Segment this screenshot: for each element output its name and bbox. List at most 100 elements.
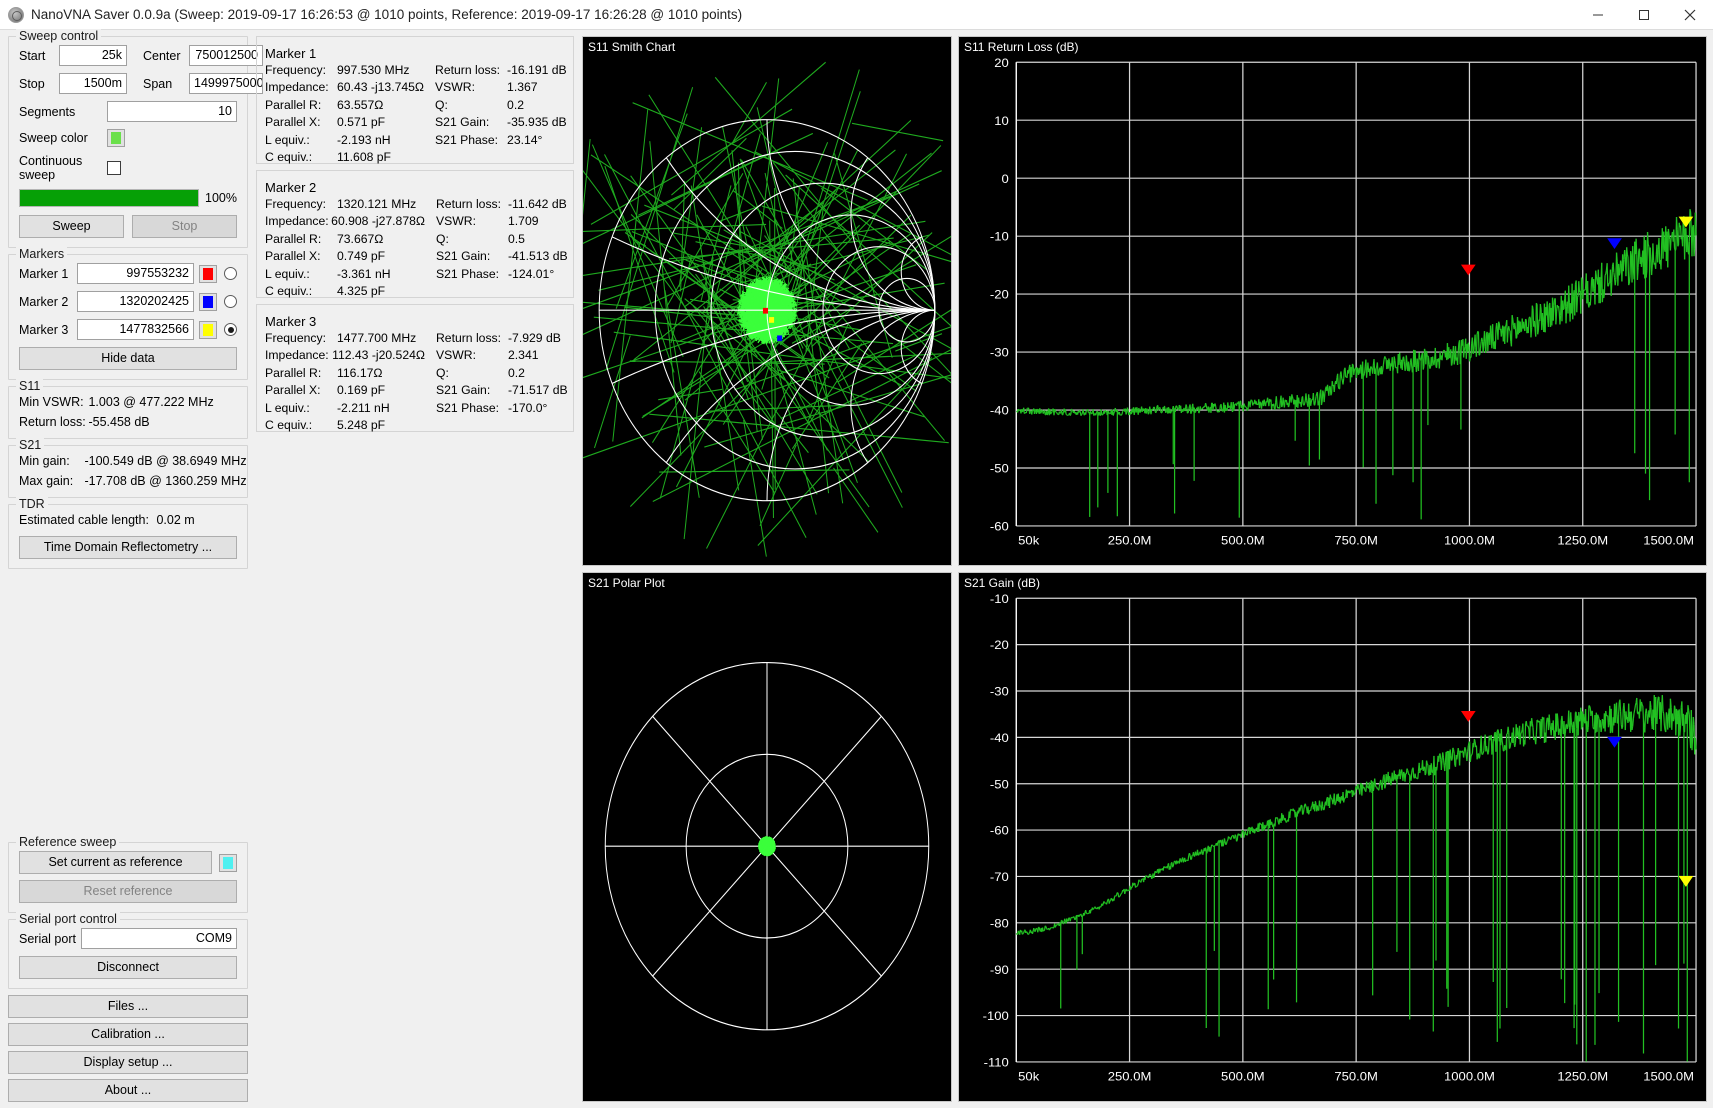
disconnect-button[interactable]: Disconnect (19, 956, 237, 979)
stop-input[interactable]: 1500m (59, 73, 127, 94)
hide-data-button[interactable]: Hide data (19, 347, 237, 370)
window-controls (1575, 0, 1713, 30)
m1-vswr-label: VSWR: (435, 80, 507, 94)
s21-gain-chart[interactable]: S21 Gain (dB) -10-20-30-40-50-60-70-80-9… (958, 572, 1707, 1102)
marker-1-radio[interactable] (224, 267, 237, 280)
marker-2-radio[interactable] (224, 295, 237, 308)
sweep-button[interactable]: Sweep (19, 215, 124, 238)
center-label: Center (143, 49, 189, 63)
svg-text:1500.0M: 1500.0M (1643, 534, 1694, 547)
m2-return-loss-value: -11.642 dB (508, 197, 567, 211)
reference-color-swatch[interactable] (219, 854, 237, 872)
svg-text:-20: -20 (990, 288, 1009, 301)
sweep-progress-label: 100% (205, 191, 237, 205)
m2-return-loss-label: Return loss: (436, 197, 508, 211)
marker-2-label: Marker 2 (19, 295, 77, 309)
m2-q-label: Q: (436, 232, 508, 246)
marker-1-label: Marker 1 (19, 267, 77, 281)
m2-c-equiv-value: 4.325 pF (337, 284, 385, 298)
m3-parallel-r-value: 116.17Ω (337, 366, 382, 380)
m1-vswr-value: 1.367 (507, 80, 538, 94)
continuous-sweep-checkbox[interactable] (107, 161, 121, 175)
marker-2-color-swatch[interactable] (199, 293, 217, 311)
m3-frequency-value: 1477.700 MHz (337, 331, 416, 345)
m2-vswr-value: 1.709 (508, 214, 539, 228)
svg-text:-20: -20 (990, 639, 1009, 652)
span-label: Span (143, 77, 189, 91)
svg-text:-40: -40 (990, 404, 1009, 417)
serial-port-group: Serial port control Serial port COM9 Dis… (8, 919, 248, 989)
s21-max-gain-label: Max gain: (19, 474, 81, 488)
charts-area: S11 Smith Chart S11 Return Loss (dB) 201… (582, 36, 1707, 1102)
marker-3-color-swatch[interactable] (199, 321, 217, 339)
s21-max-gain-row: Max gain: -17.708 dB @ 1360.259 MHz (19, 474, 237, 488)
files-button[interactable]: Files ... (8, 995, 248, 1018)
serial-port-input[interactable]: COM9 (81, 928, 237, 949)
m2-l-equiv-label: L equiv.: (265, 267, 337, 281)
smith-chart[interactable]: S11 Smith Chart (582, 36, 952, 566)
minimize-icon[interactable] (1575, 0, 1621, 30)
serial-port-title: Serial port control (16, 912, 120, 926)
s21-max-gain-value: -17.708 dB @ 1360.259 MHz (84, 474, 246, 488)
marker-2-right-column: Return loss:-11.642 dB VSWR:1.709 Q:0.5 … (427, 195, 568, 304)
s11-return-loss-chart[interactable]: S11 Return Loss (dB) 20100-10-20-30-40-5… (958, 36, 1707, 566)
m3-impedance-value: 112.43 -j20.524Ω (332, 348, 425, 362)
s21-min-gain-row: Min gain: -100.549 dB @ 38.6949 MHz (19, 454, 237, 468)
marker-3-radio[interactable] (224, 323, 237, 336)
m1-impedance-value: 60.43 -j13.745Ω (337, 80, 424, 94)
marker-3-right-column: Return loss:-7.929 dB VSWR:2.341 Q:0.2 S… (427, 329, 568, 438)
svg-text:-60: -60 (990, 824, 1009, 837)
m3-return-loss-label: Return loss: (436, 331, 508, 345)
s11-return-loss-row: Return loss: -55.458 dB (19, 415, 237, 429)
m3-l-equiv-label: L equiv.: (265, 401, 337, 415)
marker-3-label: Marker 3 (19, 323, 77, 337)
tdr-button[interactable]: Time Domain Reflectometry ... (19, 536, 237, 559)
display-setup-button[interactable]: Display setup ... (8, 1051, 248, 1074)
svg-text:-30: -30 (990, 346, 1009, 359)
about-button[interactable]: About ... (8, 1079, 248, 1102)
markers-group: Markers Marker 1 997553232 Marker 2 1320… (8, 254, 248, 380)
svg-text:1500.0M: 1500.0M (1643, 1070, 1694, 1083)
m2-s21-phase-value: -124.01° (508, 267, 554, 281)
m1-s21-gain-value: -35.935 dB (507, 115, 567, 129)
sweep-progress-bar (19, 189, 199, 207)
m1-parallel-x-value: 0.571 pF (337, 115, 385, 129)
markers-title: Markers (16, 247, 67, 261)
s11-return-loss-label: Return loss: (19, 415, 85, 429)
m1-s21-phase-value: 23.14° (507, 133, 542, 147)
svg-text:-10: -10 (990, 230, 1009, 243)
m3-parallel-x-label: Parallel X: (265, 383, 337, 397)
reference-sweep-group: Reference sweep Set current as reference… (8, 842, 248, 913)
svg-text:-60: -60 (990, 520, 1009, 533)
s21-polar-plot[interactable]: S21 Polar Plot (582, 572, 952, 1102)
sweep-color-swatch[interactable] (107, 129, 125, 147)
sweep-progress-row: 100% (19, 189, 237, 207)
close-icon[interactable] (1667, 0, 1713, 30)
stop-button[interactable]: Stop (132, 215, 237, 238)
marker-1-input[interactable]: 997553232 (77, 263, 194, 284)
segments-input[interactable]: 10 (107, 101, 237, 122)
center-input[interactable]: 750012500 (189, 45, 263, 66)
m2-impedance-value: 60.908 -j27.878Ω (331, 214, 425, 228)
marker-3-input[interactable]: 1477832566 (77, 319, 194, 340)
maximize-icon[interactable] (1621, 0, 1667, 30)
marker-2-input[interactable]: 1320202425 (77, 291, 194, 312)
set-reference-button[interactable]: Set current as reference (19, 851, 212, 874)
reset-reference-button[interactable]: Reset reference (19, 880, 237, 903)
marker-1-color-swatch[interactable] (199, 265, 217, 283)
title-bar: NanoVNA Saver 0.0.9a (Sweep: 2019-09-17 … (0, 0, 1713, 30)
m3-parallel-x-value: 0.169 pF (337, 383, 385, 397)
span-input[interactable]: 1499975000 (189, 73, 263, 94)
svg-text:-40: -40 (990, 731, 1009, 744)
svg-text:-80: -80 (990, 917, 1009, 930)
marker-3-detail-title: Marker 3 (265, 314, 565, 329)
marker-1-left-column: Frequency:997.530 MHz Impedance:60.43 -j… (265, 61, 424, 170)
calibration-button[interactable]: Calibration ... (8, 1023, 248, 1046)
m1-s21-gain-label: S21 Gain: (435, 115, 507, 129)
m3-c-equiv-label: C equiv.: (265, 418, 337, 432)
marker-2-left-column: Frequency:1320.121 MHz Impedance:60.908 … (265, 195, 425, 304)
smith-chart-title: S11 Smith Chart (588, 40, 675, 54)
m3-q-label: Q: (436, 366, 508, 380)
s11-min-vswr-value: 1.003 @ 477.222 MHz (88, 395, 213, 409)
start-input[interactable]: 25k (59, 45, 127, 66)
